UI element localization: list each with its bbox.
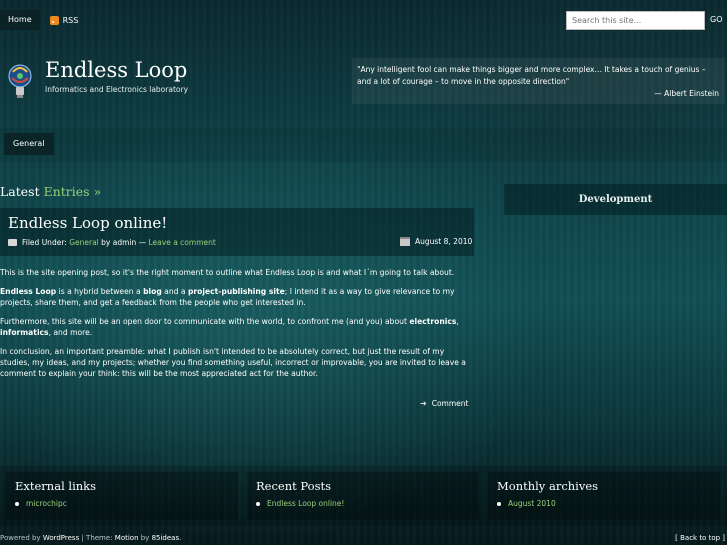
bold-blog: blog — [143, 287, 162, 296]
archive-link-august-2010: August 2010 — [508, 499, 556, 508]
footer-credit: Powered by WordPress | Theme: Motion by … — [0, 534, 181, 542]
search-input[interactable] — [566, 11, 705, 30]
lightbulb-logo-icon[interactable] — [7, 62, 33, 102]
nav-home[interactable]: Home — [0, 10, 40, 30]
motion-theme-link[interactable]: Motion — [115, 534, 139, 542]
post-body: This is the site opening post, so it's t… — [0, 267, 474, 387]
filed-under-label: Filed Under: — [22, 238, 67, 247]
text-span: is a hybrid between a — [56, 287, 144, 296]
by-label: by — [138, 534, 152, 542]
post-category-link[interactable]: General — [69, 238, 99, 247]
bold-electronics: electronics — [409, 317, 457, 326]
bold-informatics: informatics — [0, 328, 49, 337]
bold-project-publishing: project-publishing site — [187, 287, 285, 296]
rss-icon — [49, 15, 59, 25]
text-span: , — [456, 317, 459, 326]
bullet-icon — [15, 501, 19, 506]
widget-recent-posts-title: Recent Posts — [256, 479, 332, 493]
post-meta: Filed Under: General by admin — Leave a … — [8, 238, 216, 247]
bold-endless-loop: Endless Loop — [0, 287, 57, 296]
entries-link[interactable]: Entries » — [44, 184, 102, 199]
category-bar — [0, 128, 727, 162]
back-to-top-link[interactable]: [ Back to top ] — [675, 534, 725, 542]
nav-rss-label: RSS — [62, 15, 79, 25]
theme-label: | Theme: — [79, 534, 115, 542]
bullet-icon — [256, 501, 260, 506]
post-paragraph-1: This is the site opening post, so it's t… — [0, 268, 455, 277]
latest-heading-prefix: Latest — [0, 184, 40, 199]
wordpress-link[interactable]: WordPress — [43, 534, 79, 542]
widget-monthly-archives-title: Monthly archives — [497, 479, 599, 493]
arrow-right-icon: ➜ — [420, 399, 427, 408]
widget-monthly-archives-item[interactable]: August 2010 — [497, 499, 556, 508]
site-title[interactable]: Endless Loop — [45, 58, 187, 82]
recent-post-link: Endless Loop online! — [267, 499, 345, 508]
comment-label: Comment — [431, 399, 469, 408]
folder-icon — [8, 239, 17, 246]
widget-recent-posts-item[interactable]: Endless Loop online! — [256, 499, 344, 508]
search-go-button[interactable]: GO — [710, 15, 723, 24]
post-author: by admin — — [101, 238, 147, 247]
post-paragraph-2: Endless Loop is a hybrid between a blog … — [0, 286, 474, 308]
post-paragraph-4: In conclusion, an important preamble: wh… — [0, 347, 466, 378]
leave-comment-link[interactable]: Leave a comment — [149, 238, 216, 247]
calendar-icon — [400, 237, 410, 246]
quote-box: "Any intelligent fool can make things bi… — [352, 58, 725, 104]
latest-entries-heading: Latest Entries » — [0, 184, 101, 199]
comment-link[interactable]: ➜ Comment — [420, 399, 468, 408]
bullet-icon — [497, 501, 501, 506]
top-nav: Home RSS — [0, 10, 88, 30]
text-span: Furthermore, this site will be an open d… — [0, 317, 410, 326]
site-tagline: Informatics and Electronics laboratory — [45, 85, 189, 94]
quote-author: — Albert Einstein — [654, 89, 719, 98]
nav-rss[interactable]: RSS — [40, 10, 89, 30]
external-link-microchipc: microchipc — [26, 499, 67, 508]
85ideas-link[interactable]: 85ideas — [152, 534, 180, 542]
quote-text: "Any intelligent fool can make things bi… — [357, 65, 706, 86]
text-span: and a — [161, 287, 188, 296]
post-date-text: August 8, 2010 — [415, 237, 473, 246]
text-span: , and more. — [48, 328, 93, 337]
sidebar-development-title: Development — [578, 194, 653, 205]
widget-external-links-item[interactable]: microchipc — [15, 499, 67, 508]
category-tab-general[interactable]: General — [4, 133, 54, 155]
post-paragraph-3: Furthermore, this site will be an open d… — [0, 316, 474, 338]
post-title[interactable]: Endless Loop online! — [8, 214, 167, 232]
dot-label: . — [179, 534, 182, 542]
powered-by-label: Powered by — [0, 534, 41, 542]
widget-external-links-title: External links — [15, 479, 97, 493]
post-date: August 8, 2010 — [400, 237, 472, 246]
